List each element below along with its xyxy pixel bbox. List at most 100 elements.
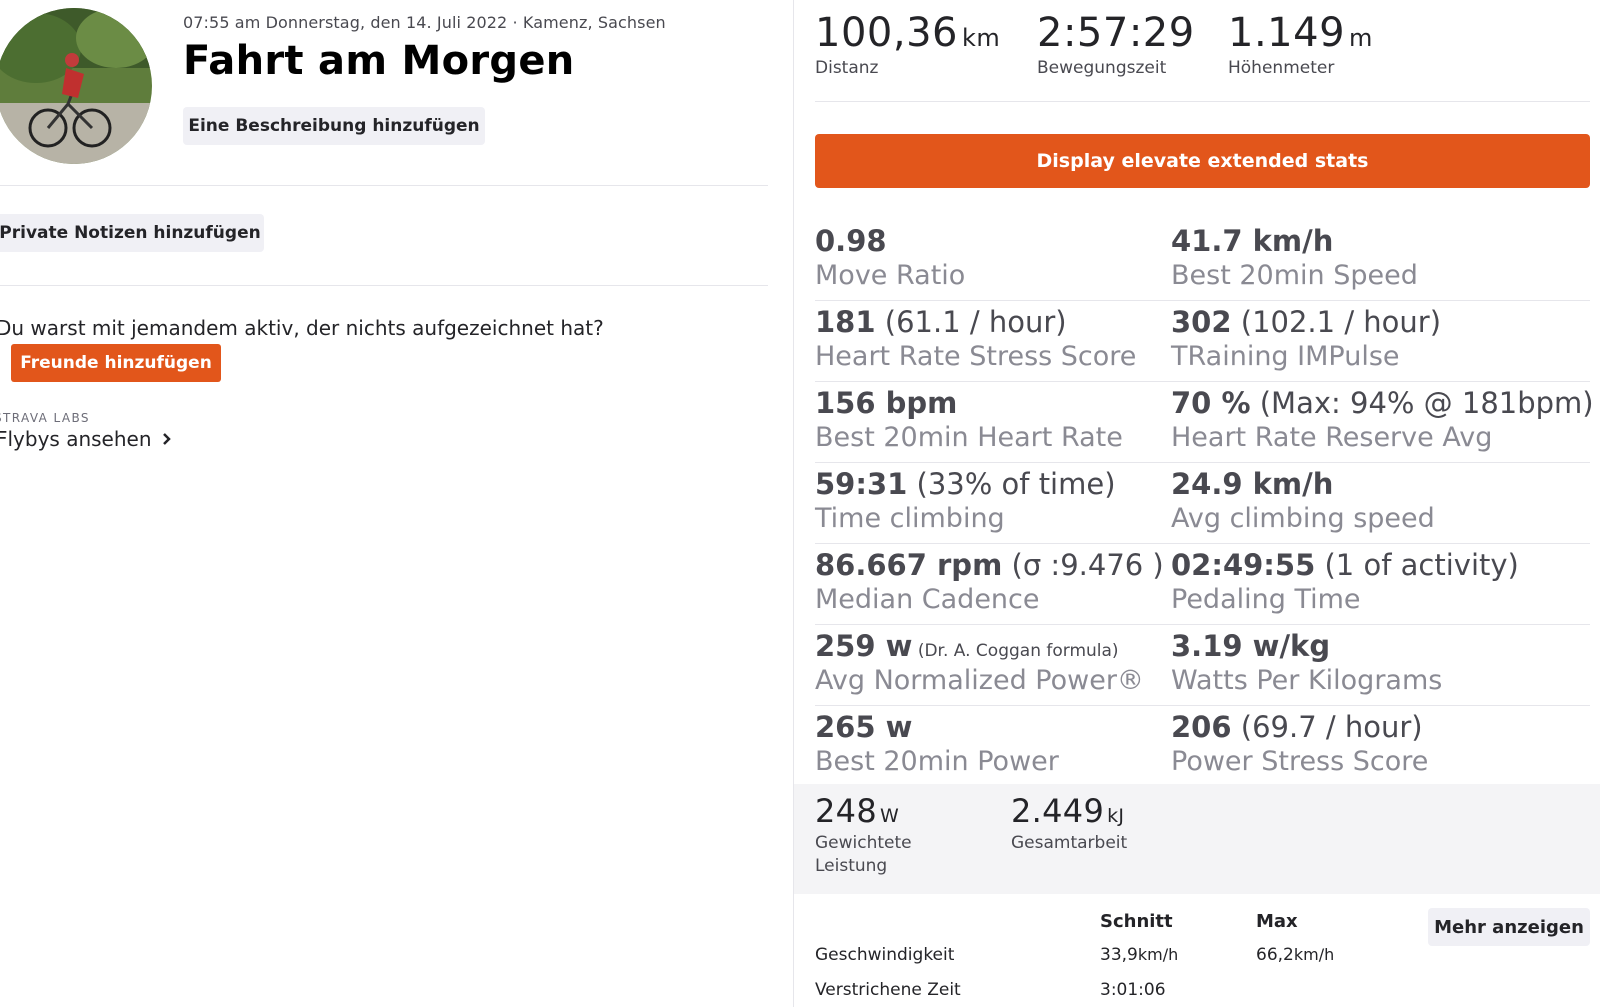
ext-value: 3.19 w/kg: [1171, 629, 1331, 663]
ext-label: Best 20min Power: [815, 746, 1059, 777]
flybys-link[interactable]: Flybys ansehen: [0, 427, 171, 451]
ext-row: 265 w Best 20min Power 206 (69.7 / hour)…: [815, 706, 1590, 787]
ext-label: Best 20min Heart Rate: [815, 422, 1123, 453]
ext-label: Best 20min Speed: [1171, 260, 1418, 291]
ext-stat-hr-reserve: 70 % (Max: 94% @ 181bpm) Heart Rate Rese…: [1171, 386, 1594, 453]
stat-value: 1.149: [1228, 10, 1346, 56]
ext-row: 86.667 rpm (σ :9.476 ) Median Cadence 02…: [815, 544, 1590, 625]
ext-stat-normalized-power: 259 w (Dr. A. Coggan formula) Avg Normal…: [815, 629, 1144, 696]
ext-extra: (33% of time): [907, 467, 1116, 501]
show-more-button[interactable]: Mehr anzeigen: [1428, 908, 1590, 946]
ext-value: 24.9 km/h: [1171, 467, 1334, 501]
extended-stats: 0.98 Move Ratio 41.7 km/h Best 20min Spe…: [815, 220, 1594, 787]
activity-title: Fahrt am Morgen: [183, 38, 575, 84]
ext-value: 265 w: [815, 710, 913, 744]
elevate-extended-stats-button[interactable]: Display elevate extended stats: [815, 134, 1590, 188]
ext-stat-watts-per-kg: 3.19 w/kg Watts Per Kilograms: [1171, 629, 1442, 696]
stat-label: Gesamtarbeit: [1011, 832, 1127, 855]
ext-stat-median-cadence: 86.667 rpm (σ :9.476 ) Median Cadence: [815, 548, 1164, 615]
table-header-max: Max: [1256, 911, 1298, 932]
ext-stat-best-20min-speed: 41.7 km/h Best 20min Speed: [1171, 224, 1418, 291]
ext-stat-pedaling-time: 02:49:55 (1 of activity) Pedaling Time: [1171, 548, 1519, 615]
table-row-label-speed: Geschwindigkeit: [815, 945, 955, 965]
ext-value: 0.98: [815, 224, 887, 258]
cell-value: 3:01:06: [1100, 980, 1166, 1000]
add-description-button[interactable]: Eine Beschreibung hinzufügen: [183, 107, 485, 145]
ext-row: 59:31 (33% of time) Time climbing 24.9 k…: [815, 463, 1590, 544]
cell-unit: km/h: [1137, 945, 1179, 964]
stat-value: 2:57:29: [1037, 10, 1195, 56]
ext-value: 302: [1171, 305, 1232, 339]
stat-elevation: 1.149 m Höhenmeter: [1228, 10, 1373, 78]
ext-label: TRaining IMPulse: [1171, 341, 1400, 372]
ext-extra: (Max: 94% @ 181bpm): [1250, 386, 1594, 420]
ext-extra: (1 of activity): [1315, 548, 1519, 582]
stat-total-work: 2.449 kJ Gesamtarbeit: [1011, 792, 1127, 855]
power-panel: 248 W Gewichtete Leistung 2.449 kJ Gesamta…: [794, 784, 1600, 894]
ext-value: 86.667 rpm: [815, 548, 1003, 582]
ext-label: Pedaling Time: [1171, 584, 1361, 615]
ext-value: 259 w: [815, 629, 913, 663]
table-cell-avg-elapsed: 3:01:06: [1100, 980, 1166, 1000]
ext-stat-best-20min-power: 265 w Best 20min Power: [815, 710, 1059, 777]
ext-label: Avg Normalized Power®: [815, 665, 1144, 696]
ext-label: Time climbing: [815, 503, 1005, 534]
ext-stat-climbing-speed: 24.9 km/h Avg climbing speed: [1171, 467, 1435, 534]
ext-label: Watts Per Kilograms: [1171, 665, 1443, 696]
avatar-photo: [0, 8, 152, 164]
ext-extra: (σ :9.476 ): [1002, 548, 1164, 582]
cell-value: 66,2: [1256, 945, 1294, 965]
ext-label: Median Cadence: [815, 584, 1040, 615]
add-private-notes-button[interactable]: Private Notizen hinzufügen: [0, 214, 264, 252]
ext-value: 156 bpm: [815, 386, 958, 420]
stat-label: Distanz: [815, 58, 879, 78]
ext-label: Heart Rate Reserve Avg: [1171, 422, 1493, 453]
ext-value: 59:31: [815, 467, 908, 501]
ext-label: Power Stress Score: [1171, 746, 1429, 777]
friends-question: Du warst mit jemandem aktiv, der nichts …: [0, 316, 604, 340]
cell-value: 33,9: [1100, 945, 1138, 965]
cell-unit: km/h: [1293, 945, 1335, 964]
activity-meta: 07:55 am Donnerstag, den 14. Juli 2022 ·…: [183, 13, 666, 32]
add-friends-button[interactable]: Freunde hinzufügen: [11, 344, 221, 382]
ext-row: 0.98 Move Ratio 41.7 km/h Best 20min Spe…: [815, 220, 1590, 301]
table-row-label-elapsed: Verstrichene Zeit: [815, 980, 961, 1000]
stat-weighted-power: 248 W Gewichtete Leistung: [815, 792, 912, 878]
table-header-avg: Schnitt: [1100, 911, 1173, 932]
stat-label: Gewichtete Leistung: [815, 832, 912, 878]
ext-label: Avg climbing speed: [1171, 503, 1435, 534]
ext-stat-best-20min-hr: 156 bpm Best 20min Heart Rate: [815, 386, 1123, 453]
ext-extra: (61.1 / hour): [875, 305, 1067, 339]
stat-unit: m: [1349, 24, 1373, 52]
stat-distance: 100,36 km Distanz: [815, 10, 1000, 78]
ext-value: 41.7 km/h: [1171, 224, 1334, 258]
ext-row: 259 w (Dr. A. Coggan formula) Avg Normal…: [815, 625, 1590, 706]
divider: [0, 285, 768, 286]
stat-label: Höhenmeter: [1228, 58, 1335, 78]
ext-small-note: (Dr. A. Coggan formula): [912, 641, 1119, 661]
ext-stat-hrss: 181 (61.1 / hour) Heart Rate Stress Scor…: [815, 305, 1136, 372]
flybys-label: Flybys ansehen: [0, 427, 152, 451]
stat-label: Bewegungszeit: [1037, 58, 1167, 78]
stat-unit: kJ: [1107, 805, 1125, 827]
stat-value: 100,36: [815, 10, 958, 56]
ext-stat-move-ratio: 0.98 Move Ratio: [815, 224, 965, 291]
ext-row: 156 bpm Best 20min Heart Rate 70 % (Max:…: [815, 382, 1594, 463]
stat-label-line: Gewichtete: [815, 833, 912, 853]
ext-label: Move Ratio: [815, 260, 966, 291]
table-cell-max-speed: 66,2km/h: [1256, 945, 1334, 965]
stat-value: 2.449: [1011, 792, 1105, 830]
ext-row: 181 (61.1 / hour) Heart Rate Stress Scor…: [815, 301, 1590, 382]
stat-unit: km: [961, 24, 1001, 52]
athlete-avatar[interactable]: [0, 8, 152, 164]
stat-value: 248: [815, 792, 877, 830]
ext-value: 70 %: [1171, 386, 1251, 420]
stat-unit: W: [879, 805, 900, 827]
stat-label-line: Leistung: [815, 856, 888, 876]
stat-label-line: Gesamtarbeit: [1011, 833, 1128, 853]
ext-value: 206: [1171, 710, 1232, 744]
divider: [815, 101, 1590, 102]
ext-extra: (69.7 / hour): [1231, 710, 1423, 744]
stat-moving-time: 2:57:29 Bewegungszeit: [1037, 10, 1199, 78]
chevron-right-icon: [162, 433, 171, 445]
